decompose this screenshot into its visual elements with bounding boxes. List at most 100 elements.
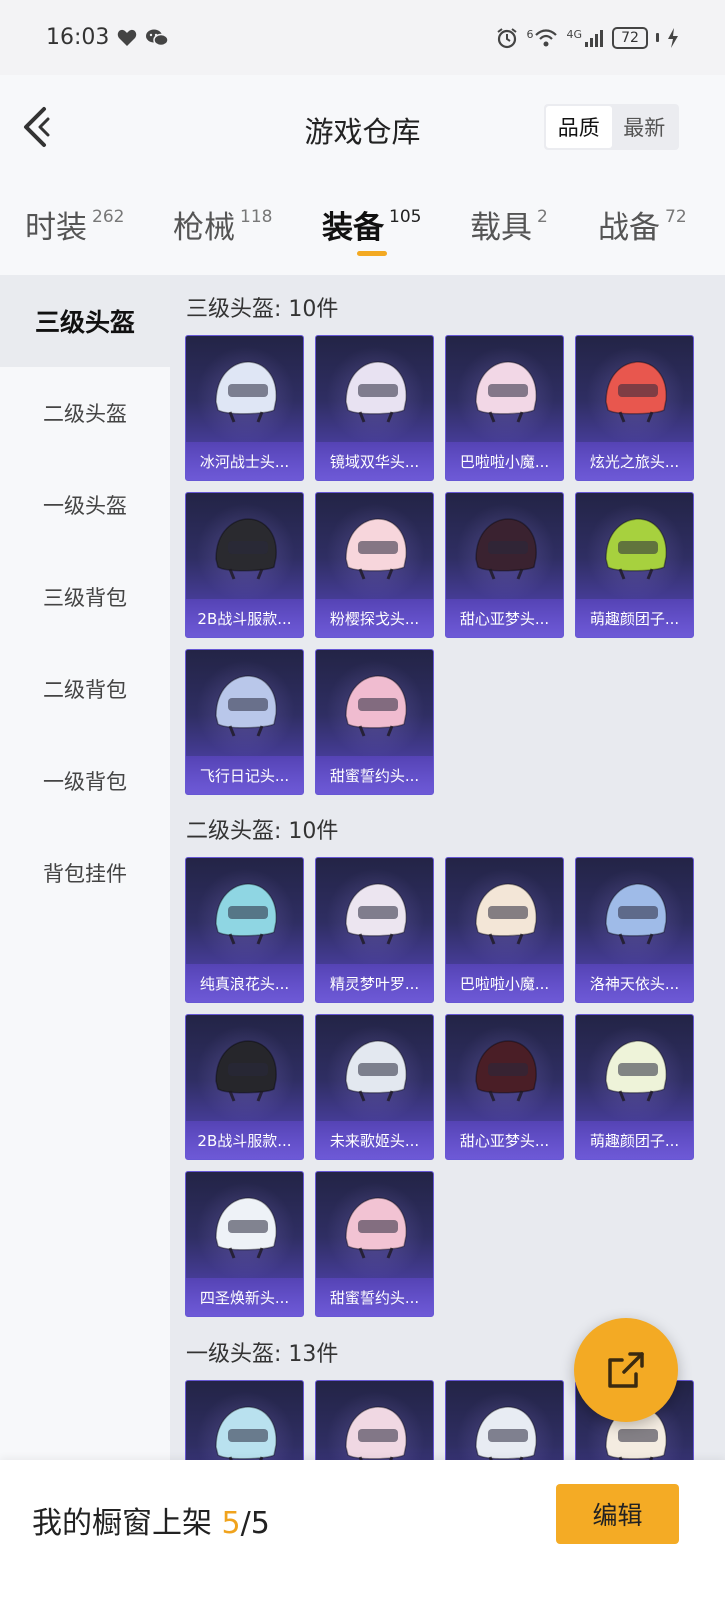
item-card[interactable]: 精灵梦叶罗... <box>315 857 434 1003</box>
showcase-label: 我的橱窗上架 <box>32 1506 222 1541</box>
item-name: 飞行日记头... <box>186 756 303 794</box>
item-card[interactable]: 甜心亚梦头... <box>445 492 564 638</box>
sidebar-item-level3-helmet[interactable]: 三级头盔 <box>0 275 170 367</box>
item-name: 甜蜜誓约头... <box>316 1278 433 1316</box>
item-name: 萌趣颜团子... <box>576 599 693 637</box>
sort-newest-button[interactable]: 最新 <box>612 106 678 148</box>
tab-supplies[interactable]: 战备 72 <box>598 202 687 247</box>
item-name: 四圣焕新头... <box>186 1278 303 1316</box>
helmet-icon <box>605 883 667 945</box>
item-card[interactable]: 飞行日记头... <box>185 649 304 795</box>
battery-tip <box>656 33 659 42</box>
charging-icon <box>667 27 679 48</box>
network-label: 4G <box>566 27 582 41</box>
header: 游戏仓库 品质 最新 <box>0 75 725 180</box>
item-name: 甜心亚梦头... <box>446 1121 563 1159</box>
helmet-icon <box>475 361 537 423</box>
item-name: 未来歌姬头... <box>316 1121 433 1159</box>
helmet-icon <box>475 518 537 580</box>
item-card[interactable]: 巴啦啦小魔... <box>445 335 564 481</box>
helmet-icon <box>215 361 277 423</box>
sort-quality-button[interactable]: 品质 <box>546 106 612 148</box>
showcase-total: /5 <box>240 1506 270 1541</box>
tab-count: 72 <box>665 207 687 227</box>
sort-toggle: 品质 最新 <box>544 104 679 150</box>
tab-vehicles[interactable]: 载具 2 <box>470 202 548 247</box>
item-card[interactable]: 萌趣颜团子... <box>575 1014 694 1160</box>
battery-indicator: 72 <box>612 26 648 49</box>
tab-weapons[interactable]: 枪械 118 <box>173 202 272 247</box>
category-tabs: 时装 262 枪械 118 装备 105 载具 2 战备 72 <box>0 180 725 275</box>
sidebar-item-backpack-pendant[interactable]: 背包挂件 <box>0 827 170 919</box>
alarm-icon <box>496 27 518 49</box>
helmet-icon <box>605 361 667 423</box>
item-name: 2B战斗服款... <box>186 599 303 637</box>
sidebar: 三级头盔 二级头盔 一级头盔 三级背包 二级背包 一级背包 背包挂件 <box>0 275 170 1600</box>
helmet-icon <box>605 1040 667 1102</box>
item-card[interactable]: 2B战斗服款... <box>185 1014 304 1160</box>
edit-button[interactable]: 编辑 <box>556 1484 679 1544</box>
item-name: 甜心亚梦头... <box>446 599 563 637</box>
wifi-icon: 6 <box>526 28 558 48</box>
helmet-icon <box>215 518 277 580</box>
item-name: 洛神天依头... <box>576 964 693 1002</box>
active-tab-indicator <box>357 251 387 256</box>
heart-icon <box>117 29 137 47</box>
item-card[interactable]: 粉樱探戈头... <box>315 492 434 638</box>
item-name: 2B战斗服款... <box>186 1121 303 1159</box>
helmet-icon <box>215 675 277 737</box>
share-button[interactable] <box>574 1318 678 1422</box>
showcase-status: 我的橱窗上架 5/5 <box>32 1498 270 1542</box>
wechat-icon <box>145 28 170 48</box>
item-name: 萌趣颜团子... <box>576 1121 693 1159</box>
tab-count: 2 <box>537 207 548 227</box>
helmet-icon <box>345 1040 407 1102</box>
helmet-icon <box>215 1197 277 1259</box>
item-card[interactable]: 甜蜜誓约头... <box>315 1171 434 1317</box>
item-card[interactable]: 炫光之旅头... <box>575 335 694 481</box>
sidebar-item-level2-backpack[interactable]: 二级背包 <box>0 643 170 735</box>
tab-fashion[interactable]: 时装 262 <box>25 202 124 247</box>
signal-icon: 4G <box>566 28 604 48</box>
item-card[interactable]: 洛神天依头... <box>575 857 694 1003</box>
item-card[interactable]: 冰河战士头... <box>185 335 304 481</box>
item-name: 甜蜜誓约头... <box>316 756 433 794</box>
helmet-icon <box>475 1040 537 1102</box>
showcase-count: 5 <box>221 1506 241 1541</box>
status-bar: 16:03 6 4G 72 <box>0 0 725 75</box>
tab-label: 枪械 <box>173 210 235 246</box>
section-title: 三级头盔: 10件 <box>186 297 339 322</box>
helmet-icon <box>345 518 407 580</box>
item-card[interactable]: 甜蜜誓约头... <box>315 649 434 795</box>
share-icon <box>608 1352 644 1388</box>
tab-equipment[interactable]: 装备 105 <box>322 202 421 247</box>
sidebar-item-level1-backpack[interactable]: 一级背包 <box>0 735 170 827</box>
sidebar-item-level1-helmet[interactable]: 一级头盔 <box>0 459 170 551</box>
sidebar-item-level2-helmet[interactable]: 二级头盔 <box>0 367 170 459</box>
tab-label: 装备 <box>322 210 384 246</box>
helmet-icon <box>215 883 277 945</box>
helmet-icon <box>345 1197 407 1259</box>
item-card[interactable]: 甜心亚梦头... <box>445 1014 564 1160</box>
item-name: 纯真浪花头... <box>186 964 303 1002</box>
bottom-bar: 我的橱窗上架 5/5 编辑 <box>0 1460 725 1600</box>
tab-label: 战备 <box>598 210 660 246</box>
item-card[interactable]: 2B战斗服款... <box>185 492 304 638</box>
tab-count: 118 <box>240 207 273 227</box>
helmet-icon <box>345 883 407 945</box>
item-card[interactable]: 巴啦啦小魔... <box>445 857 564 1003</box>
tab-count: 105 <box>389 207 422 227</box>
item-card[interactable]: 萌趣颜团子... <box>575 492 694 638</box>
item-card[interactable]: 纯真浪花头... <box>185 857 304 1003</box>
sidebar-item-level3-backpack[interactable]: 三级背包 <box>0 551 170 643</box>
item-card[interactable]: 镜域双华头... <box>315 335 434 481</box>
helmet-icon <box>345 675 407 737</box>
item-card[interactable]: 四圣焕新头... <box>185 1171 304 1317</box>
status-time: 16:03 <box>46 25 110 50</box>
item-name: 巴啦啦小魔... <box>446 964 563 1002</box>
tab-count: 262 <box>92 207 125 227</box>
helmet-icon <box>345 361 407 423</box>
section-title: 一级头盔: 13件 <box>186 1342 339 1367</box>
item-card[interactable]: 未来歌姬头... <box>315 1014 434 1160</box>
sim-label: 6 <box>526 27 534 41</box>
